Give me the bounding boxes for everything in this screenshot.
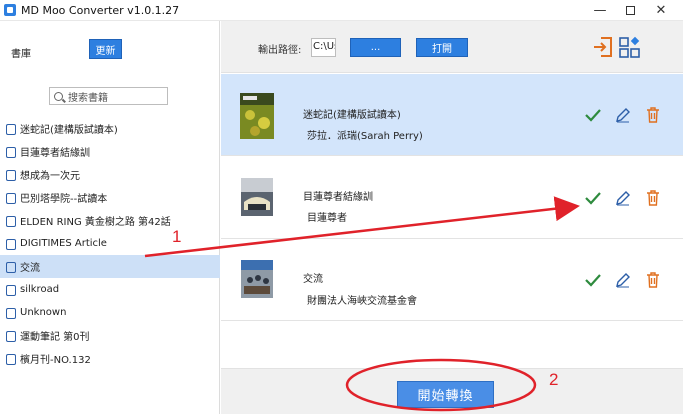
library-sidebar: 書庫 更新 搜索書籍 迷蛇記(建構版試讀本) 目蓮尊者結緣訓 想成為一次元 巴別… <box>0 21 220 414</box>
book-icon <box>6 284 17 296</box>
book-icon <box>6 261 17 273</box>
output-path-label: 輸出路徑: <box>258 45 302 56</box>
search-input[interactable]: 搜索書籍 <box>49 87 168 105</box>
minimize-button[interactable]: — <box>584 0 616 21</box>
book-item-label: 目蓮尊者結緣訓 <box>20 148 90 159</box>
book-item-label: 運動筆記 第0刊 <box>20 332 90 343</box>
queue-item-title: 目蓮尊者結緣訓 <box>303 192 373 203</box>
open-folder-button[interactable]: 打開 <box>416 38 468 57</box>
library-label: 書庫 <box>11 49 31 60</box>
trash-icon[interactable] <box>646 107 660 123</box>
convert-bar: 開始轉換 <box>221 368 683 414</box>
queue-item-title: 迷蛇記(建構版試讀本) <box>303 110 401 121</box>
annotation-label-2: 2 <box>549 370 559 389</box>
browse-button[interactable]: ... <box>350 38 401 57</box>
edit-pencil-icon[interactable] <box>615 272 631 288</box>
book-icon <box>6 192 17 204</box>
book-icon <box>6 238 17 250</box>
book-item-label: 交流 <box>20 263 40 274</box>
check-icon <box>585 274 601 287</box>
queue-item[interactable]: 目蓮尊者結緣訓 目蓮尊者 <box>221 157 683 239</box>
start-convert-button[interactable]: 開始轉換 <box>397 381 494 408</box>
logout-icon[interactable] <box>593 36 613 58</box>
close-button[interactable]: ✕ <box>645 0 677 21</box>
book-icon <box>6 330 17 342</box>
book-cover-image <box>240 258 274 304</box>
queue-item-title: 交流 <box>303 274 323 285</box>
book-icon <box>6 169 17 181</box>
trash-icon[interactable] <box>646 190 660 206</box>
queue-item-author: 財團法人海峽交流基金會 <box>307 296 417 307</box>
layout-grid-icon[interactable] <box>619 36 641 58</box>
queue-item-author: 目蓮尊者 <box>307 213 347 224</box>
book-icon <box>6 353 17 365</box>
book-list-item[interactable]: 想成為一次元 <box>0 163 220 186</box>
output-toolbar: 輸出路徑: C:\Us ... 打開 <box>221 21 683 73</box>
book-item-label: DIGITIMES Article <box>20 238 107 249</box>
book-list-item[interactable]: ELDEN RING 黃金樹之路 第42話 <box>0 209 220 232</box>
search-icon <box>54 91 63 101</box>
check-icon <box>585 192 601 205</box>
queue-item-author: 莎拉．派瑞(Sarah Perry) <box>307 131 423 142</box>
book-icon <box>6 146 17 158</box>
book-item-label: 迷蛇記(建構版試讀本) <box>20 125 118 136</box>
edit-pencil-icon[interactable] <box>615 107 631 123</box>
book-list-item[interactable]: 目蓮尊者結緣訓 <box>0 140 220 163</box>
book-icon <box>6 215 17 227</box>
book-list: 迷蛇記(建構版試讀本) 目蓮尊者結緣訓 想成為一次元 巴別塔學院--試讀本 EL… <box>0 117 220 370</box>
book-list-item[interactable]: 迷蛇記(建構版試讀本) <box>0 117 220 140</box>
queue-item[interactable]: 交流 財團法人海峽交流基金會 <box>221 239 683 321</box>
book-list-item[interactable]: silkroad <box>0 278 220 301</box>
book-list-item[interactable]: 巴別塔學院--試讀本 <box>0 186 220 209</box>
edit-pencil-icon[interactable] <box>615 190 631 206</box>
search-placeholder: 搜索書籍 <box>68 92 108 104</box>
book-item-label: silkroad <box>20 284 60 295</box>
check-icon <box>585 109 601 122</box>
book-item-label: 想成為一次元 <box>20 171 80 182</box>
book-item-label: Unknown <box>20 307 67 318</box>
book-list-item[interactable]: 運動筆記 第0刊 <box>0 324 220 347</box>
book-icon <box>6 123 17 135</box>
book-item-label: 檳月刊-NO.132 <box>20 355 91 366</box>
maximize-button[interactable] <box>614 0 646 21</box>
book-icon <box>6 307 17 319</box>
book-list-item[interactable]: 檳月刊-NO.132 <box>0 347 220 370</box>
maximize-icon <box>625 6 635 15</box>
refresh-button[interactable]: 更新 <box>89 39 122 59</box>
window-title: MD Moo Converter v1.0.1.27 <box>21 3 180 17</box>
book-list-item[interactable]: DIGITIMES Article <box>0 232 220 255</box>
app-icon <box>4 4 16 16</box>
annotation-label-1: 1 <box>172 227 182 246</box>
trash-icon[interactable] <box>646 272 660 288</box>
book-list-item[interactable]: Unknown <box>0 301 220 324</box>
output-path-field[interactable]: C:\Us <box>311 38 336 57</box>
book-cover-image <box>240 176 274 222</box>
title-bar: MD Moo Converter v1.0.1.27 — ✕ <box>0 0 683 21</box>
book-cover-image <box>240 93 274 139</box>
book-item-label: 巴別塔學院--試讀本 <box>20 194 108 205</box>
book-list-item-selected[interactable]: 交流 <box>0 255 220 278</box>
book-item-label: ELDEN RING 黃金樹之路 第42話 <box>20 217 171 228</box>
queue-item[interactable]: 迷蛇記(建構版試讀本) 莎拉．派瑞(Sarah Perry) <box>221 74 683 156</box>
